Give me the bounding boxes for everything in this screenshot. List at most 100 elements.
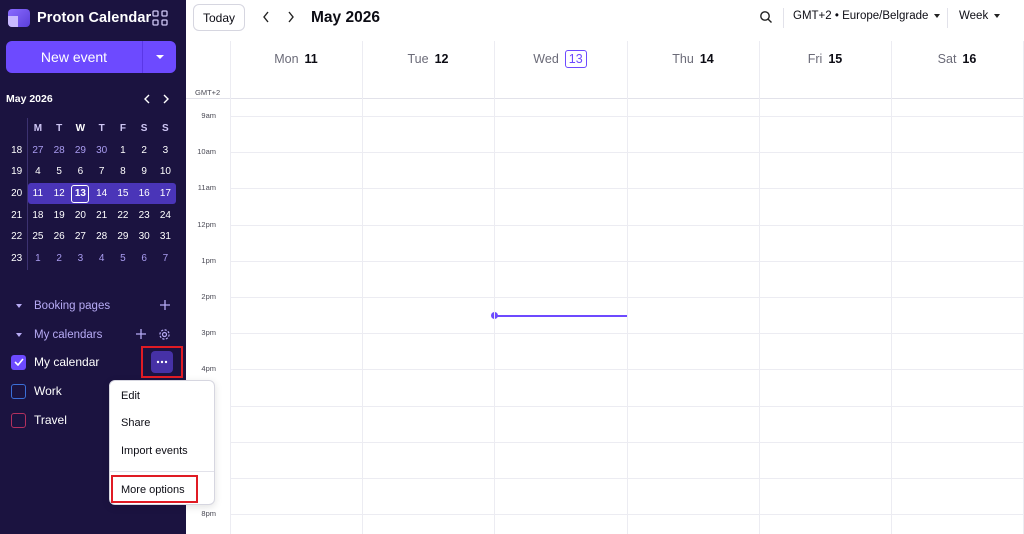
mini-calendar-day[interactable]: 4 [27, 163, 48, 181]
day-header[interactable]: Sat 16 [891, 41, 1023, 76]
mini-calendar-day[interactable]: 17 [155, 185, 176, 203]
mini-calendar-day[interactable]: 4 [91, 250, 112, 268]
calendar-item-my-calendar[interactable]: My calendar [11, 353, 99, 371]
mini-calendar-day[interactable]: 6 [134, 250, 155, 268]
mini-calendar-day[interactable]: 3 [155, 142, 176, 160]
mini-next-month-button[interactable] [159, 91, 173, 107]
menu-item-edit[interactable]: Edit [110, 385, 214, 407]
mini-calendar-day[interactable]: 2 [49, 250, 70, 268]
mini-calendar-day[interactable]: 19 [49, 207, 70, 225]
prev-week-button[interactable] [259, 10, 273, 24]
mini-calendar-day[interactable]: 3 [70, 250, 91, 268]
day-header[interactable]: Fri 15 [759, 41, 891, 76]
day-header[interactable]: Mon 11 [230, 41, 362, 76]
calendar-settings-button[interactable] [156, 326, 172, 342]
mini-calendar-day[interactable]: 29 [70, 142, 91, 160]
day-name: Wed [533, 51, 559, 66]
mini-calendar-day[interactable]: 18 [27, 207, 48, 225]
search-button[interactable] [759, 10, 773, 24]
booking-pages-section[interactable]: Booking pages [8, 297, 110, 315]
weekday-header: T [56, 122, 63, 134]
menu-item-share[interactable]: Share [110, 412, 214, 434]
add-calendar-button[interactable] [133, 326, 149, 342]
week-number[interactable]: 22 [6, 228, 27, 246]
mini-calendar-day[interactable]: 7 [91, 163, 112, 181]
calendar-checkbox[interactable] [11, 412, 26, 428]
calendar-checkbox[interactable] [11, 354, 26, 370]
mini-calendar-day[interactable]: 5 [112, 250, 133, 268]
mini-calendar-day[interactable]: 30 [91, 142, 112, 160]
mini-calendar-grid: MTWTFSS 18 27 28 29 30 1 2 3 19 4 5 6 7 8 9 10 20 11 12 13 1… [6, 118, 176, 270]
mini-calendar-day[interactable]: 30 [134, 228, 155, 246]
mini-calendar-day[interactable]: 23 [134, 207, 155, 225]
new-event-dropdown-button[interactable] [142, 41, 176, 73]
mini-calendar-day[interactable]: 22 [112, 207, 133, 225]
menu-item-more-options[interactable]: More options [110, 479, 214, 501]
search-icon [760, 11, 772, 23]
mini-calendar-day[interactable]: 28 [49, 142, 70, 160]
mini-calendar-day[interactable]: 12 [49, 185, 70, 203]
day-header[interactable]: Wed 13 [494, 41, 626, 76]
mini-calendar-day[interactable]: 24 [155, 207, 176, 225]
week-number[interactable]: 18 [6, 142, 27, 160]
mini-calendar-day[interactable]: 10 [155, 163, 176, 181]
my-calendars-section[interactable]: My calendars [8, 326, 102, 344]
mini-calendar-day[interactable]: 26 [49, 228, 70, 246]
view-selector[interactable]: Week [959, 10, 1001, 22]
mini-calendar-day[interactable]: 11 [27, 185, 48, 203]
day-header[interactable]: Thu 14 [627, 41, 759, 76]
mini-calendar-day[interactable]: 2 [134, 142, 155, 160]
mini-calendar-day[interactable]: 27 [27, 142, 48, 160]
calendar-more-button[interactable] [151, 351, 173, 373]
hour-label: 4pm [201, 364, 216, 374]
mini-calendar-day[interactable]: 27 [70, 228, 91, 246]
week-number[interactable]: 21 [6, 207, 27, 225]
menu-item-import-events[interactable]: Import events [110, 440, 214, 462]
mini-calendar-day[interactable]: 15 [112, 185, 133, 203]
mini-calendar-day[interactable]: 21 [91, 207, 112, 225]
mini-prev-month-button[interactable] [140, 91, 154, 107]
day-column-divider [362, 41, 363, 534]
mini-calendar-day[interactable]: 7 [155, 250, 176, 268]
today-button[interactable]: Today [193, 4, 245, 31]
booking-pages-label: Booking pages [34, 300, 111, 312]
calendar-checkbox[interactable] [11, 383, 26, 399]
chevron-left-icon [263, 11, 269, 23]
day-number: 12 [434, 51, 449, 66]
week-number[interactable]: 23 [6, 250, 27, 268]
week-number[interactable]: 19 [6, 163, 27, 181]
week-number[interactable]: 20 [6, 185, 27, 203]
mini-calendar-day[interactable]: 8 [112, 163, 133, 181]
mini-calendar-day[interactable]: 13 [70, 184, 91, 203]
mini-calendar-day[interactable]: 16 [134, 185, 155, 203]
mini-calendar-week-row: 22 25 26 27 28 29 30 31 [6, 226, 176, 248]
calendar-item-travel[interactable]: Travel [11, 411, 67, 429]
day-name: Fri [807, 51, 823, 66]
add-booking-page-button[interactable] [157, 297, 173, 313]
day-header[interactable]: Tue 12 [362, 41, 494, 76]
mini-calendar-day[interactable]: 25 [27, 228, 48, 246]
brand[interactable]: Proton Calendar [8, 7, 151, 29]
mini-calendar-day[interactable]: 5 [49, 163, 70, 181]
mini-calendar-day[interactable]: 1 [27, 250, 48, 268]
new-event-button[interactable]: New event [6, 41, 142, 73]
divider [947, 8, 948, 28]
mini-calendar-day[interactable]: 31 [155, 228, 176, 246]
timezone-offset-label: GMT+2 [195, 88, 221, 97]
weekday-header: S [162, 122, 169, 134]
calendar-context-menu: Edit Share Import events More options [109, 380, 215, 505]
mini-calendar-day[interactable]: 28 [91, 228, 112, 246]
mini-calendar-day[interactable]: 20 [70, 207, 91, 225]
timezone-selector[interactable]: GMT+2 • Europe/Belgrade [793, 10, 941, 22]
apps-grid-icon[interactable] [152, 10, 168, 26]
mini-calendar-day[interactable]: 14 [91, 185, 112, 203]
mini-calendar-day[interactable]: 29 [112, 228, 133, 246]
mini-calendar-day[interactable]: 6 [70, 163, 91, 181]
plus-icon [160, 300, 170, 310]
mini-calendar-day[interactable]: 1 [112, 142, 133, 160]
mini-calendar-day[interactable]: 9 [134, 163, 155, 181]
next-week-button[interactable] [284, 10, 298, 24]
calendar-item-work[interactable]: Work [11, 382, 62, 400]
day-name: Sat [937, 51, 957, 66]
day-name: Thu [672, 51, 694, 66]
